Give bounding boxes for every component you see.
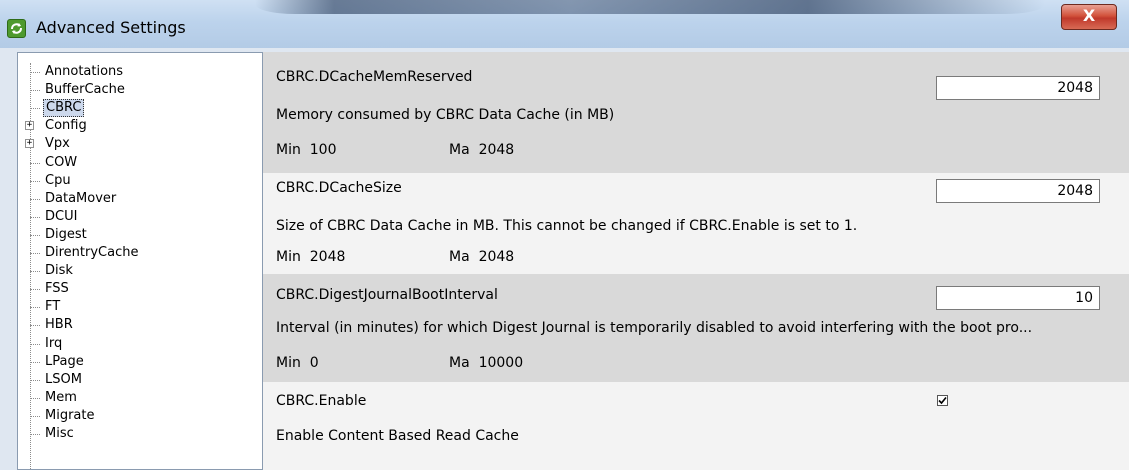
tree-connector xyxy=(30,416,40,417)
min-value: 100 xyxy=(309,142,337,158)
tree-item-label: DataMover xyxy=(45,191,117,206)
tree-item-label: Misc xyxy=(45,426,74,441)
setting-name: CBRC.Enable xyxy=(276,393,367,409)
tree-item-label: BufferCache xyxy=(45,82,125,97)
tree-item-label: Digest xyxy=(45,227,87,242)
tree-connector xyxy=(30,380,40,381)
tree-item-label: FSS xyxy=(45,281,69,296)
max-label: Ma xyxy=(449,355,470,371)
tree-connector xyxy=(30,253,40,254)
max-label: Ma xyxy=(449,142,470,158)
advanced-settings-window: Advanced Settings X Annotations BufferCac… xyxy=(0,0,1129,470)
tree-item-label: Cpu xyxy=(45,173,71,188)
tree-connector xyxy=(30,307,40,308)
setting-max: Ma 2048 xyxy=(449,249,514,265)
max-value: 2048 xyxy=(478,249,515,265)
tree-connector xyxy=(30,199,40,200)
setting-row: CBRC.DCacheMemReserved Memory consumed b… xyxy=(263,52,1129,173)
tree-connector xyxy=(30,181,40,182)
tree-connector xyxy=(30,434,40,435)
min-label: Min xyxy=(276,142,301,158)
tree-connector xyxy=(30,217,40,218)
setting-description: Size of CBRC Data Cache in MB. This cann… xyxy=(276,218,858,234)
max-value: 2048 xyxy=(478,142,515,158)
title-bar-glass xyxy=(255,0,1045,14)
setting-description: Enable Content Based Read Cache xyxy=(276,428,519,444)
tree-item-label: HBR xyxy=(45,317,73,332)
setting-value-input[interactable] xyxy=(936,179,1100,203)
app-icon xyxy=(7,19,26,38)
tree-connector xyxy=(30,344,40,345)
checkmark-icon xyxy=(938,396,947,405)
tree-connector xyxy=(30,362,40,363)
setting-row: CBRC.DigestJournalBootInterval Interval … xyxy=(263,274,1129,382)
tree-item-label: Config xyxy=(45,118,87,133)
setting-name: CBRC.DCacheSize xyxy=(276,180,402,196)
tree-item-label: Mem xyxy=(45,390,77,405)
expand-icon[interactable]: + xyxy=(25,121,34,130)
tree-connector xyxy=(30,72,40,73)
setting-min: Min 100 xyxy=(276,142,336,158)
setting-enable-checkbox[interactable] xyxy=(937,395,948,406)
expand-icon[interactable]: + xyxy=(25,139,34,148)
setting-max: Ma 2048 xyxy=(449,142,514,158)
title-bar: Advanced Settings X xyxy=(0,0,1129,48)
setting-row: CBRC.DCacheSize Size of CBRC Data Cache … xyxy=(263,173,1129,274)
min-value: 0 xyxy=(309,355,319,371)
tree-item-label: Annotations xyxy=(45,64,124,79)
min-value: 2048 xyxy=(309,249,346,265)
settings-list: CBRC.DCacheMemReserved Memory consumed b… xyxy=(263,52,1129,470)
tree-connector xyxy=(30,325,40,326)
tree-item-label: FT xyxy=(45,299,61,314)
tree-item-label: Vpx xyxy=(45,136,70,151)
tree-item-label: Migrate xyxy=(45,408,95,423)
tree-connector xyxy=(30,163,40,164)
min-label: Min xyxy=(276,355,301,371)
tree-connector xyxy=(30,289,40,290)
setting-description: Interval (in minutes) for which Digest J… xyxy=(276,320,1033,336)
tree-connector xyxy=(30,108,40,109)
setting-row: CBRC.Enable Enable Content Based Read Ca… xyxy=(263,382,1129,470)
tree-item-label: COW xyxy=(45,155,78,170)
tree-item-label: DCUI xyxy=(45,209,78,224)
tree-item-label: Irq xyxy=(45,336,63,351)
tree-item-label: CBRC xyxy=(43,99,85,117)
settings-tree: Annotations BufferCache CBRC + Config + Vpx COW… xyxy=(17,52,263,470)
tree-item-label: LSOM xyxy=(45,372,82,387)
tree-item-label: DirentryCache xyxy=(45,245,139,260)
setting-min: Min 2048 xyxy=(276,249,345,265)
tree-item-label: LPage xyxy=(45,354,84,369)
max-label: Ma xyxy=(449,249,470,265)
setting-value-input[interactable] xyxy=(936,76,1100,100)
window-title: Advanced Settings xyxy=(36,18,186,37)
setting-min: Min 0 xyxy=(276,355,319,371)
tree-item-label: Disk xyxy=(45,263,73,278)
setting-name: CBRC.DCacheMemReserved xyxy=(276,69,473,85)
setting-name: CBRC.DigestJournalBootInterval xyxy=(276,287,498,303)
min-label: Min xyxy=(276,249,301,265)
tree-connector xyxy=(30,90,40,91)
max-value: 10000 xyxy=(478,355,524,371)
tree-connector xyxy=(30,271,40,272)
setting-max: Ma 10000 xyxy=(449,355,523,371)
tree-connector xyxy=(30,398,40,399)
setting-description: Memory consumed by CBRC Data Cache (in M… xyxy=(276,107,615,123)
tree-connector xyxy=(30,235,40,236)
close-button[interactable]: X xyxy=(1061,4,1117,30)
setting-value-input[interactable] xyxy=(936,286,1100,310)
